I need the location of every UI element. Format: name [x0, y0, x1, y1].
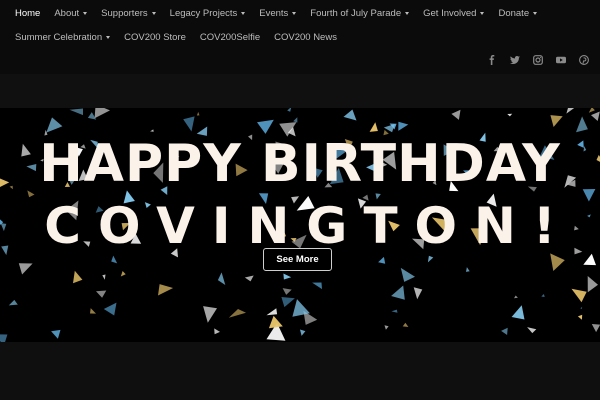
nav-about-label: About: [54, 7, 80, 19]
chevron-down-icon: [106, 35, 111, 39]
page-content-area: [0, 342, 600, 400]
nav-cov200selfie-label: COV200Selfie: [199, 31, 261, 43]
youtube-icon[interactable]: [555, 54, 567, 66]
nav-summer-celebration-label: Summer Celebration: [15, 31, 103, 43]
nav-events[interactable]: Events: [252, 0, 303, 26]
main-nav-row-2: Summer Celebration COV200 Store COV200Se…: [0, 24, 344, 50]
nav-home-label: Home: [15, 7, 41, 19]
nav-supporters-label: Supporters: [101, 7, 148, 19]
nav-donate[interactable]: Donate: [491, 0, 544, 26]
chevron-down-icon: [405, 11, 410, 15]
social-links: [486, 54, 590, 66]
nav-parade-label: Fourth of July Parade: [310, 7, 402, 19]
nav-cov200-store-label: COV200 Store: [124, 31, 186, 43]
chevron-down-icon: [533, 11, 538, 15]
nav-legacy-projects-label: Legacy Projects: [169, 7, 238, 19]
nav-summer-celebration[interactable]: Summer Celebration: [0, 24, 117, 50]
see-more-button[interactable]: See More: [263, 248, 332, 271]
nav-cov200-news-label: COV200 News: [274, 31, 337, 43]
nav-cov200selfie[interactable]: COV200Selfie: [193, 24, 267, 50]
nav-about[interactable]: About: [47, 0, 94, 26]
chevron-down-icon: [241, 11, 246, 15]
nav-legacy-projects[interactable]: Legacy Projects: [163, 0, 253, 26]
main-nav-row-1: Home About Supporters Legacy Projects Ev…: [0, 0, 544, 26]
hero-heading-line-2: COVINGTON!: [44, 197, 573, 255]
nav-cov200-news[interactable]: COV200 News: [267, 24, 344, 50]
hero-banner: HAPPY BIRTHDAY COVINGTON! See More: [0, 108, 600, 342]
chevron-down-icon: [151, 11, 156, 15]
facebook-icon[interactable]: [486, 54, 498, 66]
nav-home[interactable]: Home: [0, 0, 47, 26]
nav-donate-label: Donate: [498, 7, 530, 19]
site-header: Home About Supporters Legacy Projects Ev…: [0, 0, 600, 74]
nav-fourth-of-july-parade[interactable]: Fourth of July Parade: [303, 0, 416, 26]
nav-supporters[interactable]: Supporters: [94, 0, 162, 26]
twitter-icon[interactable]: [509, 54, 521, 66]
chevron-down-icon: [480, 11, 485, 15]
nav-get-involved[interactable]: Get Involved: [416, 0, 491, 26]
nav-cov200-store[interactable]: COV200 Store: [117, 24, 193, 50]
header-spacer: [0, 74, 600, 108]
nav-get-involved-label: Get Involved: [423, 7, 477, 19]
chevron-down-icon: [83, 11, 88, 15]
instagram-icon[interactable]: [532, 54, 544, 66]
hero-heading-line-1: HAPPY BIRTHDAY: [39, 134, 561, 194]
chevron-down-icon: [292, 11, 297, 15]
nav-events-label: Events: [259, 7, 289, 19]
pinterest-icon[interactable]: [578, 54, 590, 66]
